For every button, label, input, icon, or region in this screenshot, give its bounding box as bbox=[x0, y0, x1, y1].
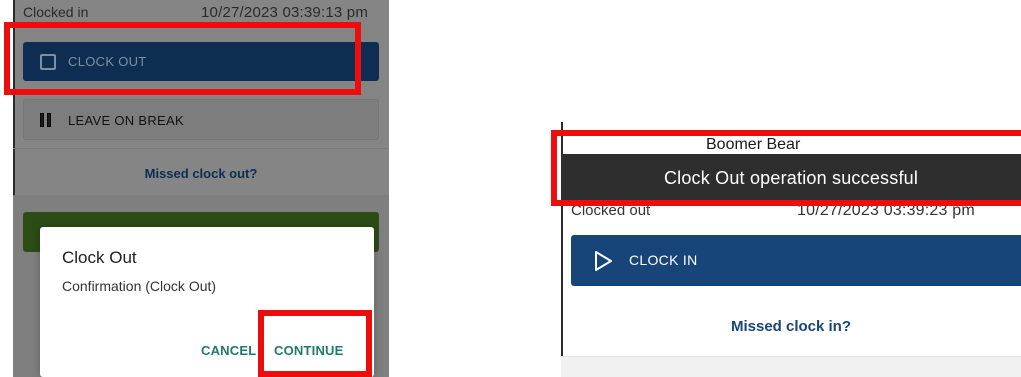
dialog-title: Clock Out bbox=[62, 248, 137, 267]
highlight-box-continue bbox=[258, 310, 372, 377]
play-icon bbox=[595, 251, 612, 271]
clock-in-label: CLOCK IN bbox=[629, 252, 698, 268]
leave-on-break-button[interactable]: LEAVE ON BREAK bbox=[23, 99, 379, 140]
bottom-section bbox=[561, 356, 1021, 377]
leave-on-break-label: LEAVE ON BREAK bbox=[68, 113, 184, 128]
dialog-message: Confirmation (Clock Out) bbox=[62, 278, 217, 294]
highlight-box-toast bbox=[551, 130, 1021, 206]
highlight-box-clock-out bbox=[4, 22, 361, 95]
clock-in-button[interactable]: CLOCK IN bbox=[571, 235, 1021, 286]
pause-icon bbox=[40, 113, 52, 127]
clocked-in-timestamp: 10/27/2023 03:39:13 pm bbox=[201, 4, 369, 21]
clocked-in-label: Clocked in bbox=[23, 4, 89, 20]
cancel-button[interactable]: CANCEL bbox=[201, 343, 256, 358]
missed-clock-out-link[interactable]: Missed clock out? bbox=[13, 166, 389, 181]
missed-clock-in-link[interactable]: Missed clock in? bbox=[561, 318, 1021, 335]
section-divider bbox=[13, 148, 389, 149]
